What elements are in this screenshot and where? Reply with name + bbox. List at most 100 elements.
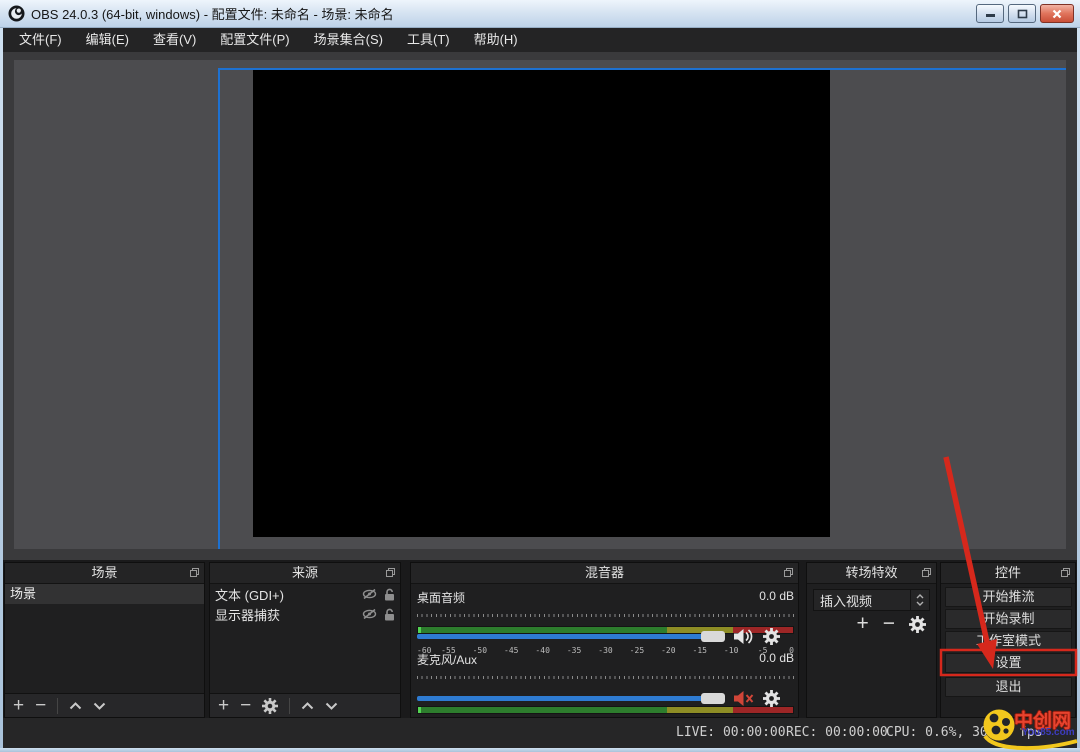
add-transition-button[interactable]: + xyxy=(856,615,868,633)
close-icon xyxy=(1052,9,1062,19)
minimize-button[interactable] xyxy=(976,4,1004,23)
toolbar-divider xyxy=(57,698,58,714)
obs-window: OBS 24.0.3 (64-bit, windows) - 配置文件: 未命名… xyxy=(0,0,1080,752)
window-border-left xyxy=(0,28,3,752)
scene-list-item[interactable]: 场景 xyxy=(5,584,204,604)
scenes-panel-title: 场景 xyxy=(91,565,117,580)
source-row-display-capture[interactable]: 显示器捕获 xyxy=(210,604,400,624)
menu-help[interactable]: 帮助(H) xyxy=(462,28,530,52)
volume-muted-icon[interactable] xyxy=(733,690,755,707)
volume-slider[interactable] xyxy=(417,696,725,701)
mixer-channel-label-row: 桌面音频 0.0 dB xyxy=(417,589,794,606)
sources-toolbar: + − xyxy=(210,693,400,717)
channel-name: 麦克风/Aux xyxy=(417,651,477,668)
mixer-panel-title: 混音器 xyxy=(585,565,624,580)
transition-selected-value: 插入视频 xyxy=(814,591,910,610)
unlock-icon[interactable] xyxy=(384,588,395,601)
add-scene-button[interactable]: + xyxy=(13,697,24,715)
visibility-hidden-icon[interactable] xyxy=(362,588,377,600)
panel-float-icon[interactable] xyxy=(1061,568,1070,577)
audio-settings-gear-icon[interactable] xyxy=(763,690,780,707)
video-canvas[interactable] xyxy=(253,70,830,537)
source-label: 文本 (GDI+) xyxy=(215,585,362,604)
mixer-channel-label-row: 麦克风/Aux 0.0 dB xyxy=(417,651,794,668)
move-scene-up-button[interactable] xyxy=(69,702,82,710)
close-button[interactable] xyxy=(1040,4,1074,23)
titlebar[interactable]: OBS 24.0.3 (64-bit, windows) - 配置文件: 未命名… xyxy=(0,0,1080,28)
source-label: 显示器捕获 xyxy=(215,605,362,624)
move-source-up-button[interactable] xyxy=(301,702,314,710)
settings-button[interactable]: 设置 xyxy=(945,653,1072,673)
sources-panel-title: 来源 xyxy=(292,565,318,580)
move-source-down-button[interactable] xyxy=(325,702,338,710)
move-scene-down-button[interactable] xyxy=(93,702,106,710)
volume-speaker-icon[interactable] xyxy=(733,628,755,645)
studio-mode-button[interactable]: 工作室模式 xyxy=(945,631,1072,651)
docks-row: 场景 场景 + − 来源 xyxy=(3,560,1077,718)
unlock-icon[interactable] xyxy=(384,608,395,621)
remove-source-button[interactable]: − xyxy=(240,697,251,715)
scenes-list: 场景 xyxy=(5,584,204,604)
window-border-bottom xyxy=(0,748,1080,752)
remove-transition-button[interactable]: − xyxy=(883,615,895,633)
menu-scene-collection[interactable]: 场景集合(S) xyxy=(302,28,395,52)
volume-slider-handle[interactable] xyxy=(701,693,725,704)
audio-settings-gear-icon[interactable] xyxy=(763,628,780,645)
source-properties-gear-button[interactable] xyxy=(262,698,278,714)
window-title: OBS 24.0.3 (64-bit, windows) - 配置文件: 未命名… xyxy=(31,4,394,23)
menu-profile[interactable]: 配置文件(P) xyxy=(208,28,301,52)
transitions-panel-header[interactable]: 转场特效 xyxy=(807,563,936,584)
menu-file[interactable]: 文件(F) xyxy=(7,28,74,52)
status-live-time: LIVE: 00:00:00 xyxy=(676,718,786,748)
menu-tools[interactable]: 工具(T) xyxy=(395,28,462,52)
source-row-text[interactable]: 文本 (GDI+) xyxy=(210,584,400,604)
volume-meter xyxy=(417,706,794,714)
maximize-button[interactable] xyxy=(1008,4,1036,23)
combobox-spinner[interactable] xyxy=(910,590,929,610)
chevron-down-icon xyxy=(916,601,924,606)
scenes-panel-header[interactable]: 场景 xyxy=(5,563,204,584)
panel-float-icon[interactable] xyxy=(784,568,793,577)
menubar: 文件(F) 编辑(E) 查看(V) 配置文件(P) 场景集合(S) 工具(T) … xyxy=(3,28,1077,52)
panel-float-icon[interactable] xyxy=(922,568,931,577)
panel-float-icon[interactable] xyxy=(190,568,199,577)
start-streaming-button[interactable]: 开始推流 xyxy=(945,587,1072,607)
transition-properties-gear-button[interactable] xyxy=(909,616,926,633)
obs-logo-icon xyxy=(8,5,25,22)
add-source-button[interactable]: + xyxy=(218,697,229,715)
maximize-icon xyxy=(1017,9,1028,19)
volume-slider[interactable] xyxy=(417,634,725,639)
minimize-icon xyxy=(985,9,996,18)
mixer-panel-header[interactable]: 混音器 xyxy=(411,563,798,584)
remove-scene-button[interactable]: − xyxy=(35,697,46,715)
status-cpu-fps: CPU: 0.6%, 30.00 fps xyxy=(886,718,1043,748)
scenes-toolbar: + − xyxy=(5,693,204,717)
preview-dock-area xyxy=(3,52,1077,560)
panel-float-icon[interactable] xyxy=(386,568,395,577)
meter-ticks xyxy=(417,676,794,679)
scenes-panel: 场景 场景 + − xyxy=(4,562,205,718)
menu-edit[interactable]: 编辑(E) xyxy=(74,28,141,52)
channel-level: 0.0 dB xyxy=(759,589,794,606)
controls-panel-header[interactable]: 控件 xyxy=(941,563,1075,584)
start-recording-button[interactable]: 开始录制 xyxy=(945,609,1072,629)
mixer-panel: 混音器 桌面音频 0.0 dB -60-55-50-45-40-35-30-25… xyxy=(410,562,799,718)
sources-panel: 来源 文本 (GDI+) xyxy=(209,562,401,718)
sources-list: 文本 (GDI+) 显示器捕获 xyxy=(210,584,400,624)
transitions-panel-title: 转场特效 xyxy=(845,565,897,580)
volume-slider-row xyxy=(417,691,794,705)
controls-panel-title: 控件 xyxy=(995,565,1021,580)
menu-view[interactable]: 查看(V) xyxy=(141,28,208,52)
controls-panel: 控件 开始推流 开始录制 工作室模式 设置 退出 xyxy=(940,562,1076,718)
channel-name: 桌面音频 xyxy=(417,589,465,606)
visibility-hidden-icon[interactable] xyxy=(362,608,377,620)
channel-level: 0.0 dB xyxy=(759,651,794,668)
preview-border-left xyxy=(218,68,220,549)
sources-panel-header[interactable]: 来源 xyxy=(210,563,400,584)
volume-slider-handle[interactable] xyxy=(701,631,725,642)
transition-select[interactable]: 插入视频 xyxy=(813,589,930,611)
transitions-toolbar: + − xyxy=(856,615,926,633)
transitions-panel: 转场特效 插入视频 + − xyxy=(806,562,937,718)
exit-button[interactable]: 退出 xyxy=(945,677,1072,697)
statusbar: LIVE: 00:00:00 REC: 00:00:00 CPU: 0.6%, … xyxy=(3,718,1077,748)
